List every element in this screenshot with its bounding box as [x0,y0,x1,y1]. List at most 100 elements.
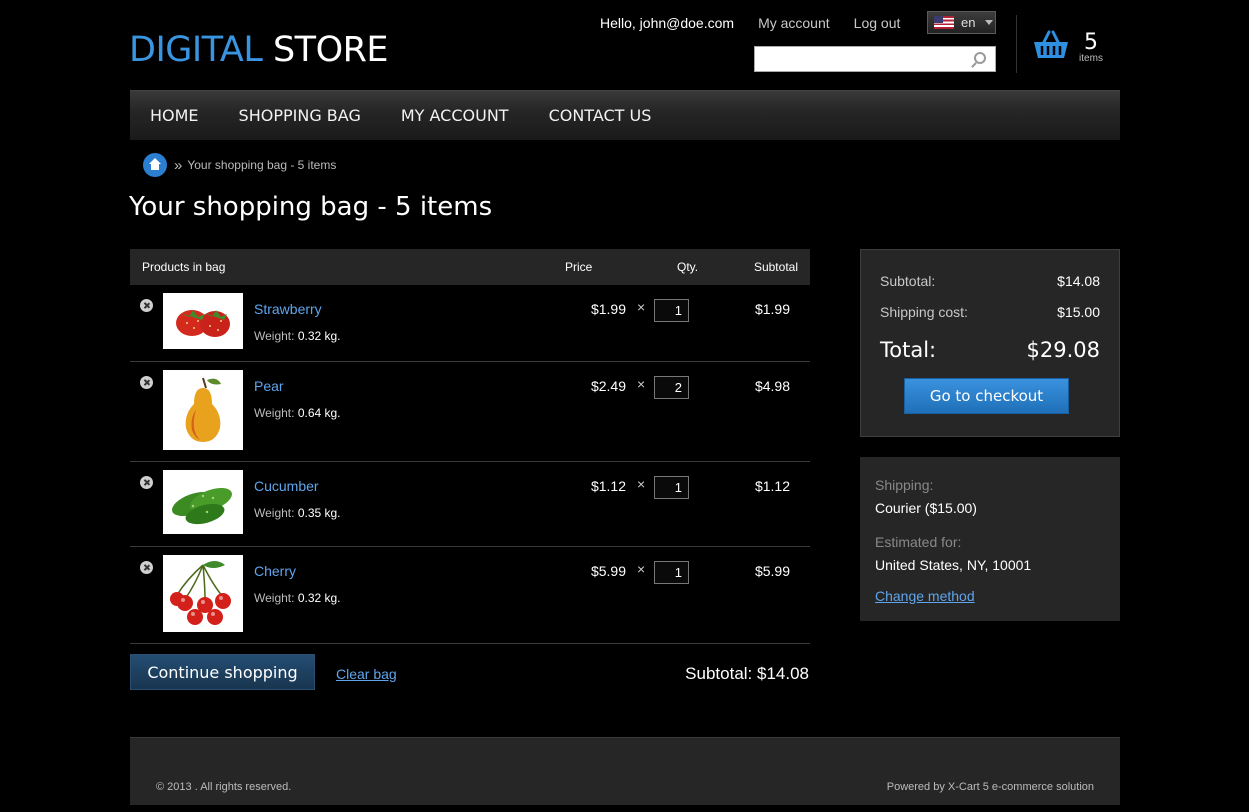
weight-value: 0.64 kg. [297,406,341,420]
totals-total-line: Total: $29.08 [880,338,1100,362]
my-account-link[interactable]: My account [758,15,830,31]
logout-link[interactable]: Log out [854,15,901,31]
product-weight: Weight: 0.35 kg. [254,506,341,520]
order-totals-box: Subtotal: $14.08 Shipping cost: $15.00 T… [860,249,1120,437]
totals-total-value: $29.08 [1026,338,1100,362]
cart-count-number: 5 [1084,30,1098,55]
totals-total-label: Total: [880,338,937,362]
totals-subtotal-label: Subtotal: [880,273,936,289]
table-row: Pear Weight: 0.64 kg. $2.49 × $4.98 [130,362,810,462]
remove-icon[interactable] [140,299,153,312]
table-row: Cherry Weight: 0.32 kg. $5.99 × $5.99 [130,547,810,644]
page-title: Your shopping bag - 5 items [129,192,493,222]
chevron-down-icon [985,20,994,25]
copyright-text: © 2013 . All rights reserved. [156,781,292,793]
header-subtotal: Subtotal [753,260,798,274]
row-subtotal: $1.99 [754,301,790,317]
product-name-link[interactable]: Pear [254,378,284,394]
cart-count[interactable]: 5 items [1079,30,1103,64]
weight-label: Weight: [254,329,295,343]
continue-shopping-button[interactable]: Continue shopping [130,654,315,690]
breadcrumb-separator: » [174,156,183,174]
nav-contact-us[interactable]: CONTACT US [549,106,652,125]
weight-label: Weight: [254,506,295,520]
shipping-label: Shipping: [875,477,934,493]
product-weight: Weight: 0.32 kg. [254,329,341,343]
table-row: Strawberry Weight: 0.32 kg. $1.99 × $1.9… [130,285,810,362]
row-subtotal: $1.12 [754,478,790,494]
checkout-button[interactable]: Go to checkout [904,378,1069,414]
totals-shipping-value: $15.00 [1057,304,1100,320]
totals-shipping-line: Shipping cost: $15.00 [880,304,1100,320]
clear-bag-link[interactable]: Clear bag [336,666,397,682]
header-qty: Qty. [677,260,699,274]
us-flag-icon [934,16,954,29]
multiply-icon: × [637,561,646,577]
multiply-icon: × [637,376,646,392]
basket-icon[interactable] [1033,30,1069,60]
greeting-text: Hello, john@doe.com [600,15,735,31]
powered-by-link[interactable]: Powered by X-Cart 5 e-commerce solution [887,781,1094,793]
logo-part-1: DIGITAL [129,30,263,70]
product-image-cucumber[interactable] [163,470,243,534]
product-weight: Weight: 0.32 kg. [254,591,341,605]
product-weight: Weight: 0.64 kg. [254,406,341,420]
quantity-input[interactable] [654,299,689,322]
header-price: Price [565,260,593,274]
estimated-label: Estimated for: [875,534,962,550]
weight-label: Weight: [254,591,295,605]
footer: © 2013 . All rights reserved. Powered by… [130,737,1120,805]
search-box [754,46,996,72]
product-price: $5.99 [590,563,626,579]
totals-shipping-label: Shipping cost: [880,304,968,320]
totals-subtotal-line: Subtotal: $14.08 [880,273,1100,289]
language-selector[interactable]: en [927,11,996,34]
row-subtotal: $5.99 [754,563,790,579]
nav-home[interactable]: HOME [150,106,199,125]
product-image-strawberry[interactable] [163,293,243,349]
product-image-cherry[interactable] [163,555,243,632]
logo-part-2: STORE [272,30,389,70]
top-bar: Hello, john@doe.com My account Log out [600,15,900,31]
search-input[interactable] [755,47,965,71]
cart-count-label: items [1079,53,1103,64]
remove-icon[interactable] [140,376,153,389]
quantity-input[interactable] [654,561,689,584]
product-name-link[interactable]: Strawberry [254,301,322,317]
cart-subtotal: Subtotal: $14.08 [685,664,809,683]
product-name-link[interactable]: Cucumber [254,478,319,494]
product-name-link[interactable]: Cherry [254,563,296,579]
store-logo[interactable]: DIGITAL STORE [129,30,389,70]
remove-icon[interactable] [140,561,153,574]
table-row: Cucumber Weight: 0.35 kg. $1.12 × $1.12 [130,462,810,547]
change-method-link[interactable]: Change method [875,588,975,604]
weight-value: 0.32 kg. [297,591,341,605]
breadcrumb: » Your shopping bag - 5 items [143,153,336,177]
breadcrumb-current: Your shopping bag - 5 items [187,158,337,172]
row-subtotal: $4.98 [754,378,790,394]
product-image-pear[interactable] [163,370,243,450]
shipping-info-box: Shipping: Courier ($15.00) Estimated for… [860,457,1120,621]
totals-subtotal-value: $14.08 [1057,273,1100,289]
multiply-icon: × [637,299,646,315]
home-icon[interactable] [143,153,167,177]
product-price: $2.49 [590,378,626,394]
shipping-value: Courier ($15.00) [875,500,977,516]
weight-value: 0.32 kg. [297,329,341,343]
language-label: en [961,15,976,30]
multiply-icon: × [637,476,646,492]
weight-label: Weight: [254,406,295,420]
remove-icon[interactable] [140,476,153,489]
quantity-input[interactable] [654,376,689,399]
nav-my-account[interactable]: MY ACCOUNT [401,106,509,125]
main-nav: HOME SHOPPING BAG MY ACCOUNT CONTACT US [130,90,1120,140]
table-header: Products in bag Price Qty. Subtotal [130,249,810,285]
nav-shopping-bag[interactable]: SHOPPING BAG [239,106,361,125]
search-icon[interactable] [974,52,986,64]
product-price: $1.99 [590,301,626,317]
header-divider [1016,15,1017,73]
estimated-value: United States, NY, 10001 [875,557,1032,573]
product-price: $1.12 [590,478,626,494]
quantity-input[interactable] [654,476,689,499]
cart-table: Products in bag Price Qty. Subtotal Stra… [130,249,810,644]
